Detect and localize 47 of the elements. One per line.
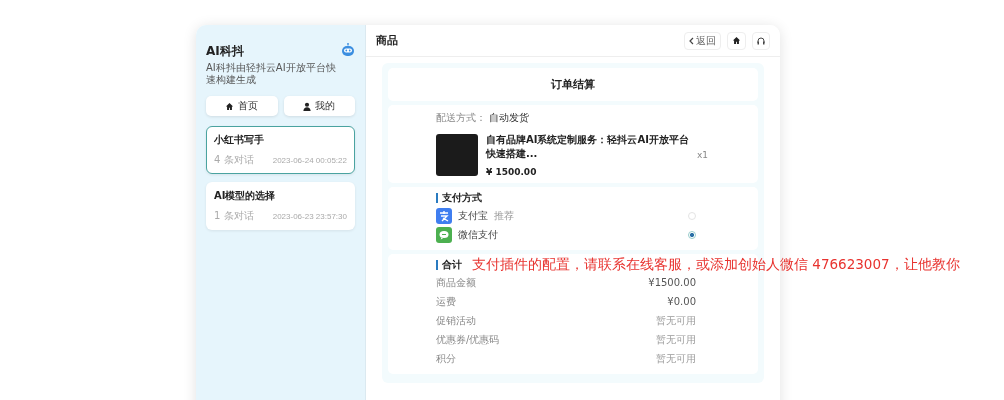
product-quantity: x1 — [696, 150, 709, 160]
section-title: 支付方式 — [436, 193, 748, 203]
app-subtitle: AI科抖由轻抖云AI开放平台快速构建生成 — [206, 62, 337, 86]
product-price: ¥ 1500.00 — [486, 167, 538, 177]
user-icon — [303, 101, 312, 111]
summary-value: 暂无可用 — [656, 332, 696, 347]
summary-label: 积分 — [436, 351, 456, 366]
radio-button[interactable] — [688, 230, 696, 239]
order-title: 订单结算 — [550, 77, 596, 93]
chat-time: 2023-06-23 23:57:30 — [272, 211, 347, 221]
summary-value: 暂无可用 — [656, 351, 696, 366]
home-button[interactable]: 首页 — [206, 96, 278, 116]
home-button[interactable] — [727, 31, 746, 50]
chevron-left-icon — [689, 36, 694, 45]
payment-method-name: 微信支付 — [458, 227, 498, 242]
support-button[interactable] — [752, 31, 770, 50]
product-name: 自有品牌AI系统定制服务：轻抖云AI开放平台快速搭建... — [486, 133, 689, 161]
delivery-value: 自动发货 — [489, 111, 529, 125]
headphones-icon — [757, 36, 765, 45]
summary-value: 暂无可用 — [656, 313, 696, 328]
photo-placeholder — [436, 134, 478, 176]
profile-button[interactable]: 我的 — [283, 96, 355, 116]
wechat-icon — [436, 226, 452, 243]
chat-item[interactable]: AI模型的选择 1 条对话 2023-06-23 23:57:30 — [206, 182, 355, 230]
page-title: 商品 — [376, 33, 399, 48]
summary-value: ¥1500.00 — [648, 277, 696, 288]
summary-value: ¥0.00 — [667, 296, 696, 307]
back-button[interactable]: 返回 — [684, 31, 721, 50]
chat-count: 4 条对话 — [214, 153, 254, 167]
delivery-label: 配送方式： — [436, 111, 486, 125]
annotation-text: 支付插件的配置，请联系在线客服，或添加创始人微信 476623007，让他教你 — [472, 256, 960, 272]
chat-count: 1 条对话 — [214, 209, 254, 223]
summary-label: 运费 — [436, 294, 456, 309]
chat-title: 小红书写手 — [214, 133, 265, 147]
home-icon — [732, 36, 741, 45]
summary-label: 商品金额 — [436, 275, 476, 290]
summary-label: 优惠券/优惠码 — [436, 332, 500, 347]
alipay-icon — [436, 207, 452, 224]
chat-item[interactable]: 小红书写手 4 条对话 2023-06-24 00:05:22 — [206, 126, 355, 174]
chat-time: 2023-06-24 00:05:22 — [272, 155, 347, 165]
home-icon — [225, 101, 235, 111]
recommended-tag: 推荐 — [494, 208, 514, 223]
payment-method-name: 支付宝 — [458, 208, 488, 223]
summary-label: 促销活动 — [436, 313, 476, 328]
app-title: AI科抖 — [206, 43, 245, 60]
chat-title: AI模型的选择 — [214, 189, 277, 203]
robot-icon — [341, 43, 355, 57]
